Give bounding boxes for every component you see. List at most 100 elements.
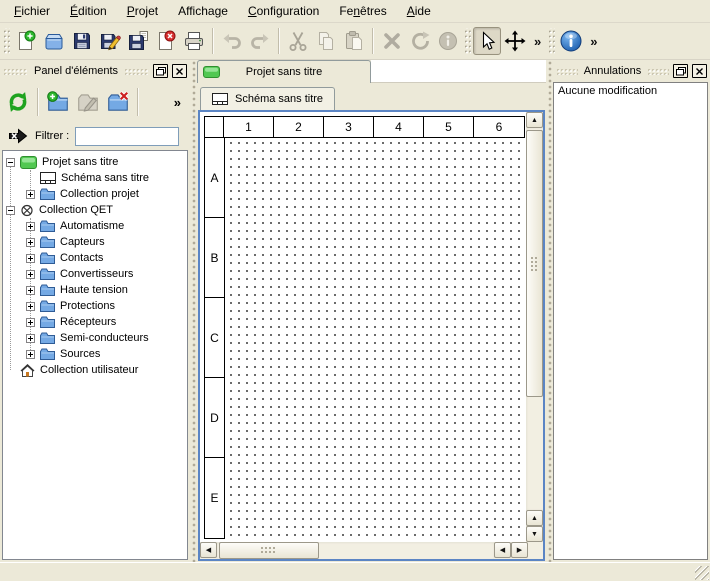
- about-info-button[interactable]: [557, 27, 585, 55]
- float-dock-button[interactable]: [153, 64, 168, 78]
- filter-label: Filtrer :: [35, 130, 69, 142]
- schema-canvas[interactable]: 1 2 3 4 5 6 A B C D E: [200, 112, 526, 542]
- expand-expander-icon[interactable]: [26, 222, 35, 231]
- tree-item-label: Collection utilisateur: [40, 364, 138, 376]
- menu-aide[interactable]: Aide: [397, 1, 441, 21]
- tree-item-collection-qet[interactable]: Collection QET: [3, 202, 187, 218]
- tab-label: Projet sans titre: [246, 66, 322, 78]
- tree-item-sources[interactable]: Sources: [3, 346, 187, 362]
- save-button[interactable]: [68, 27, 96, 55]
- horizontal-scroll-track[interactable]: [217, 542, 494, 559]
- filter-input[interactable]: [75, 127, 179, 146]
- menu-edition[interactable]: Édition: [60, 1, 117, 21]
- select-tool-button[interactable]: [473, 27, 501, 55]
- clear-filter-button[interactable]: [7, 127, 29, 145]
- menu-bar: Fichier Édition Projet Affichage Configu…: [0, 0, 710, 23]
- redo-button[interactable]: [246, 27, 274, 55]
- tree-item-contacts[interactable]: Contacts: [3, 250, 187, 266]
- horizontal-scroll-thumb[interactable]: [219, 542, 319, 559]
- new-document-button[interactable]: [12, 27, 40, 55]
- undo-dock-title: Annulations: [582, 65, 644, 77]
- new-document-icon: [15, 30, 37, 52]
- rotate-button[interactable]: [406, 27, 434, 55]
- close-document-button[interactable]: [152, 27, 180, 55]
- rotate-icon: [409, 30, 431, 52]
- cut-button[interactable]: [284, 27, 312, 55]
- expand-expander-icon[interactable]: [26, 270, 35, 279]
- tree-item-haute-tension[interactable]: Haute tension: [3, 282, 187, 298]
- toolbar-drag-handle[interactable]: [548, 28, 555, 54]
- tree-item-collection-utilisateur[interactable]: Collection utilisateur: [3, 362, 187, 378]
- new-category-button[interactable]: [43, 87, 73, 117]
- folder-icon: [40, 252, 55, 264]
- scroll-up-button[interactable]: ▲: [526, 112, 543, 128]
- reload-collections-button[interactable]: [3, 87, 33, 117]
- expand-expander-icon[interactable]: [26, 238, 35, 247]
- tree-item-automatisme[interactable]: Automatisme: [3, 218, 187, 234]
- tree-item-collection-projet[interactable]: Collection projet: [3, 186, 187, 202]
- vertical-scroll-track[interactable]: [526, 128, 543, 510]
- menu-fenetres[interactable]: Fenêtres: [329, 1, 396, 21]
- tree-item-schema-sans-titre[interactable]: Schéma sans titre: [3, 170, 187, 186]
- print-button[interactable]: [180, 27, 208, 55]
- undo-history-item[interactable]: Aucune modification: [558, 85, 703, 100]
- collapse-expander-icon[interactable]: [6, 158, 15, 167]
- menu-fichier[interactable]: Fichier: [4, 1, 60, 21]
- toolbar-overflow-chevron[interactable]: »: [529, 34, 546, 49]
- scroll-down-button[interactable]: ▼: [526, 526, 543, 542]
- expand-expander-icon[interactable]: [26, 350, 35, 359]
- menu-projet[interactable]: Projet: [117, 1, 168, 21]
- collapse-expander-icon[interactable]: [6, 206, 15, 215]
- move-tool-button[interactable]: [501, 27, 529, 55]
- float-dock-button[interactable]: [673, 64, 688, 78]
- scroll-right-button[interactable]: ▶: [511, 542, 528, 558]
- toolbar-drag-handle[interactable]: [464, 28, 471, 54]
- project-tabbar: Projet sans titre: [197, 60, 546, 83]
- close-dock-button[interactable]: [172, 64, 187, 78]
- menu-configuration[interactable]: Configuration: [238, 1, 329, 21]
- toolbar-drag-handle[interactable]: [3, 28, 10, 54]
- dock-title-texture: [3, 68, 28, 75]
- dock-splitter-right[interactable]: [546, 60, 553, 562]
- tree-item-projet-sans-titre[interactable]: Projet sans titre: [3, 154, 187, 170]
- tab-schema-sans-titre[interactable]: Schéma sans titre: [200, 87, 335, 110]
- element-info-button[interactable]: [434, 27, 462, 55]
- dock-splitter-left[interactable]: [190, 60, 197, 562]
- tab-projet-sans-titre[interactable]: Projet sans titre: [197, 60, 371, 83]
- home-icon: [20, 364, 35, 377]
- expand-expander-icon[interactable]: [26, 302, 35, 311]
- main-toolbar: » »: [0, 23, 710, 60]
- expand-expander-icon[interactable]: [26, 286, 35, 295]
- expand-expander-icon[interactable]: [26, 318, 35, 327]
- tree-item-semi-conducteurs[interactable]: Semi-conducteurs: [3, 330, 187, 346]
- resize-grip[interactable]: [695, 566, 709, 580]
- toolbar-overflow-chevron[interactable]: »: [585, 34, 602, 49]
- scroll-up-button-2[interactable]: ▲: [526, 510, 543, 526]
- tree-item-convertisseurs[interactable]: Convertisseurs: [3, 266, 187, 282]
- undo-dock-titlebar[interactable]: Annulations: [553, 60, 710, 82]
- paste-button[interactable]: [340, 27, 368, 55]
- expand-expander-icon[interactable]: [26, 190, 35, 199]
- edit-category-button[interactable]: [73, 87, 103, 117]
- panel-overflow-chevron[interactable]: »: [174, 95, 181, 110]
- delete-button[interactable]: [378, 27, 406, 55]
- tree-item-recepteurs[interactable]: Récepteurs: [3, 314, 187, 330]
- menu-affichage[interactable]: Affichage: [168, 1, 238, 21]
- expand-expander-icon[interactable]: [26, 334, 35, 343]
- close-dock-button[interactable]: [692, 64, 707, 78]
- save-all-button[interactable]: [124, 27, 152, 55]
- open-project-button[interactable]: [40, 27, 68, 55]
- vertical-scroll-thumb[interactable]: [526, 130, 543, 397]
- scroll-left-button[interactable]: ◀: [200, 542, 217, 558]
- tree-item-capteurs[interactable]: Capteurs: [3, 234, 187, 250]
- dock-title-texture: [647, 68, 669, 75]
- elements-panel-titlebar[interactable]: Panel d'éléments: [0, 60, 190, 82]
- copy-button[interactable]: [312, 27, 340, 55]
- tree-item-protections[interactable]: Protections: [3, 298, 187, 314]
- delete-category-button[interactable]: [103, 87, 133, 117]
- save-as-button[interactable]: [96, 27, 124, 55]
- expand-expander-icon[interactable]: [26, 254, 35, 263]
- undo-button[interactable]: [218, 27, 246, 55]
- scroll-left-button-2[interactable]: ◀: [494, 542, 511, 558]
- folder-icon: [40, 316, 55, 328]
